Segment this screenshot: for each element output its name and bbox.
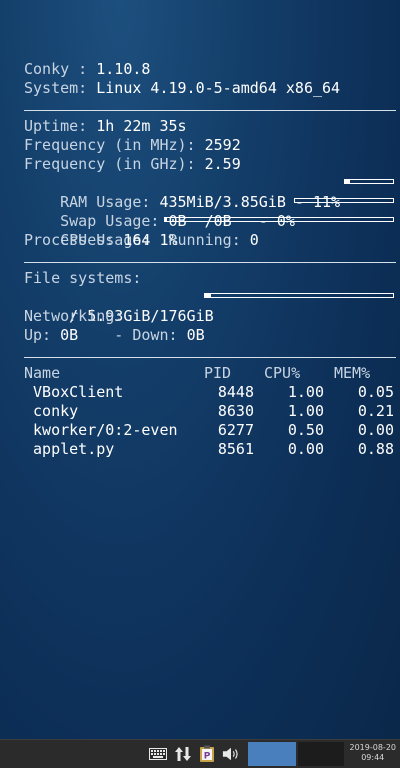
proc-pid: 8561: [217, 440, 254, 458]
proc-pid: 6277: [217, 421, 254, 439]
fs-header-row: File systems:: [24, 269, 396, 288]
proc-name: kworker/0:2-even: [24, 421, 178, 439]
freq-mhz-label: Frequency (in MHz):: [24, 136, 205, 154]
proc-mem: 0.88: [357, 440, 394, 458]
uptime-row: Uptime: 1h 22m 35s: [24, 117, 396, 136]
conky-panel: Conky : 1.10.8 System: Linux 4.19.0-5-am…: [24, 60, 396, 459]
workspace-1[interactable]: [248, 742, 296, 766]
running-label: Running:: [150, 231, 250, 249]
freq-mhz-value: 2592: [204, 136, 241, 154]
fs-root-usage-bar: [204, 293, 394, 298]
process-table-body: VBoxClient 8448 1.00 0.05 conky 8630 1.00 0.21…: [24, 383, 396, 459]
volume-icon[interactable]: [222, 746, 240, 762]
cpu-row: CPU Usage: 1%: [24, 212, 396, 249]
clipboard-icon[interactable]: P: [198, 745, 216, 762]
clipboard-glyph: P: [204, 752, 211, 762]
process-row: applet.py 8561 0.00 0.88: [24, 440, 396, 459]
freq-mhz-row: Frequency (in MHz): 2592: [24, 136, 396, 155]
freq-ghz-row: Frequency (in GHz): 2.59: [24, 155, 396, 174]
clock-time: 09:44: [361, 753, 385, 762]
proc-name: VBoxClient: [24, 383, 124, 401]
clock-date: 2019-08-20: [349, 743, 397, 752]
col-pid-header: PID: [204, 364, 232, 382]
swap-row: Swap Usage: 0B /0B - 0%: [24, 193, 396, 230]
network-arrows-icon[interactable]: [174, 746, 192, 762]
proc-pid: 8630: [217, 402, 254, 420]
cpu-usage-bar-fill: [165, 218, 168, 221]
process-row: kworker/0:2-even 6277 0.50 0.00: [24, 421, 396, 440]
down-label: - Down:: [78, 326, 187, 344]
fs-root-usage-bar-fill: [205, 294, 212, 297]
fs-label: File systems:: [24, 269, 142, 287]
proc-pid: 8448: [217, 383, 254, 401]
running-value: 0: [249, 231, 259, 249]
down-value: 0B: [186, 326, 205, 344]
freq-ghz-label: Frequency (in GHz):: [24, 155, 205, 173]
ram-usage-bar: [344, 179, 394, 184]
divider: [24, 110, 396, 111]
process-table-header: Name PID CPU% MEM%: [24, 364, 396, 383]
processes-value: 164: [123, 231, 151, 249]
ram-row: RAM Usage: 435MiB/3.85GiB - 11%: [24, 174, 396, 211]
uptime-value: 1h 22m 35s: [96, 117, 187, 135]
proc-name: conky: [24, 402, 79, 420]
conky-version-value: 1.10.8: [96, 60, 151, 78]
processes-row: Processes: 164 Running: 0: [24, 231, 396, 250]
divider: [24, 357, 396, 358]
col-mem-header: MEM%: [334, 364, 371, 382]
proc-cpu: 0.00: [287, 440, 324, 458]
proc-name: applet.py: [24, 440, 115, 458]
col-cpu-header: CPU%: [264, 364, 301, 382]
keyboard-icon[interactable]: [149, 746, 167, 762]
system-value: Linux 4.19.0-5-amd64 x86_64: [96, 79, 341, 97]
conky-version-label: Conky :: [24, 60, 97, 78]
proc-mem: 0.05: [357, 383, 394, 401]
process-row: VBoxClient 8448 1.00 0.05: [24, 383, 396, 402]
divider: [24, 262, 396, 263]
proc-cpu: 1.00: [287, 402, 324, 420]
proc-mem: 0.00: [357, 421, 394, 439]
ram-usage-bar-fill: [345, 180, 351, 183]
system-row: System: Linux 4.19.0-5-amd64 x86_64: [24, 79, 396, 98]
up-value: 0B: [60, 326, 79, 344]
processes-label: Processes:: [24, 231, 124, 249]
proc-cpu: 1.00: [287, 383, 324, 401]
net-label: Networking:: [24, 307, 124, 325]
cpu-usage-bar: [164, 217, 394, 222]
proc-cpu: 0.50: [287, 421, 324, 439]
col-name-header: Name: [24, 364, 61, 382]
taskbar: P 2019-08-20 09:44: [0, 739, 400, 768]
process-row: conky 8630 1.00 0.21: [24, 402, 396, 421]
uptime-label: Uptime:: [24, 117, 97, 135]
conky-version-row: Conky : 1.10.8: [24, 60, 396, 79]
net-header-row: Networking:: [24, 307, 396, 326]
up-label: Up:: [24, 326, 61, 344]
clock[interactable]: 2019-08-20 09:44: [350, 743, 397, 763]
proc-mem: 0.21: [357, 402, 394, 420]
system-label: System:: [24, 79, 97, 97]
net-row: Up: 0B - Down: 0B: [24, 326, 396, 345]
swap-usage-bar: [294, 198, 394, 203]
fs-root-row: / 5.93GiB/176GiB: [24, 288, 396, 325]
workspace-2[interactable]: [298, 742, 344, 766]
freq-ghz-value: 2.59: [204, 155, 241, 173]
